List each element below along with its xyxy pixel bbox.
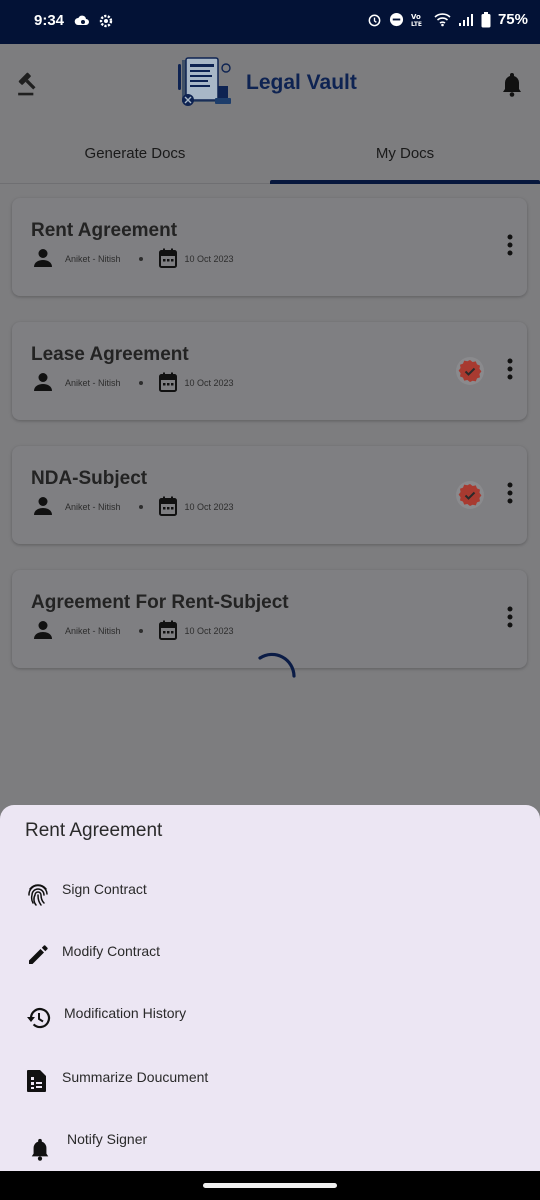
more-vert-icon[interactable] [507, 606, 513, 633]
doc-parties: Aniket - Nitish [65, 502, 121, 512]
person-icon [32, 619, 54, 643]
summarize-document-item[interactable]: Summarize Doucument [0, 1055, 540, 1111]
doc-parties: Aniket - Nitish [65, 254, 121, 264]
modification-history-item[interactable]: Modification History [0, 991, 540, 1047]
calendar-icon [158, 620, 177, 642]
notify-signer-label: Notify Signer [67, 1131, 148, 1147]
wifi-icon [434, 12, 451, 27]
tab-bar: Generate Docs My Docs [0, 124, 540, 184]
battery-icon [481, 11, 491, 28]
more-vert-icon[interactable] [507, 358, 513, 385]
app-bar: Legal Vault [0, 44, 540, 124]
notify-signer-item[interactable]: Notify Signer [0, 1117, 540, 1173]
separator-dot [138, 381, 143, 385]
settings-gear-icon [98, 13, 114, 29]
app-title: Legal Vault [246, 71, 357, 94]
verified-badge-icon [455, 356, 485, 391]
svg-text:Vo: Vo [411, 13, 421, 21]
person-icon [32, 495, 54, 519]
modification-history-label: Modification History [64, 1005, 187, 1021]
doc-date: 10 Oct 2023 [184, 626, 234, 636]
more-vert-icon[interactable] [507, 234, 513, 261]
fingerprint-icon [26, 881, 50, 912]
tab-indicator [270, 180, 540, 184]
doc-parties: Aniket - Nitish [65, 378, 121, 388]
person-icon [32, 371, 54, 395]
calendar-icon [158, 248, 177, 270]
doc-card[interactable]: Rent Agreement Aniket - Nitish 10 Oct 20… [12, 198, 527, 296]
doc-date: 10 Oct 2023 [184, 502, 234, 512]
calendar-icon [158, 372, 177, 394]
status-time: 9:34 [34, 12, 65, 29]
verified-badge-icon [455, 480, 485, 515]
calendar-icon [158, 496, 177, 518]
alarm-icon [367, 12, 382, 27]
summary-icon [26, 1069, 48, 1098]
doc-title: NDA-Subject [31, 468, 148, 489]
doc-card[interactable]: Lease Agreement Aniket - Nitish 10 Oct 2… [12, 322, 527, 420]
bell-icon [29, 1137, 51, 1166]
signal-icon [458, 13, 474, 27]
pencil-icon [26, 943, 50, 972]
app-logo [176, 56, 234, 112]
svg-text:LTE: LTE [411, 21, 422, 27]
separator-dot [138, 257, 143, 261]
tab-my-docs[interactable]: My Docs [270, 124, 540, 184]
dnd-icon [389, 12, 404, 27]
doc-parties: Aniket - Nitish [65, 626, 121, 636]
modify-contract-item[interactable]: Modify Contract [0, 929, 540, 985]
system-nav-bar [0, 1171, 540, 1200]
doc-date: 10 Oct 2023 [184, 378, 234, 388]
tab-generate-docs[interactable]: Generate Docs [0, 124, 270, 184]
separator-dot [138, 505, 143, 509]
doc-date: 10 Oct 2023 [184, 254, 234, 264]
sign-contract-label: Sign Contract [62, 881, 147, 897]
bottom-sheet: Rent Agreement Sign Contract Modify Cont… [0, 805, 540, 1171]
home-gesture-handle[interactable] [203, 1183, 337, 1188]
doc-title: Rent Agreement [31, 220, 178, 241]
notification-bell-icon[interactable] [500, 71, 524, 102]
separator-dot [138, 629, 143, 633]
cloud-sync-icon [74, 13, 90, 29]
history-icon [26, 1005, 52, 1036]
sheet-title: Rent Agreement [25, 820, 163, 841]
more-vert-icon[interactable] [507, 482, 513, 509]
summarize-document-label: Summarize Doucument [62, 1069, 209, 1085]
status-bar: 9:34 Vo LTE 75% [0, 0, 540, 44]
doc-title: Lease Agreement [31, 344, 189, 365]
gavel-icon[interactable] [16, 70, 42, 101]
doc-title: Agreement For Rent-Subject [31, 592, 289, 613]
loading-spinner [254, 652, 298, 701]
person-icon [32, 247, 54, 271]
battery-percent: 75% [497, 11, 528, 28]
modify-contract-label: Modify Contract [62, 943, 161, 959]
volte-icon: Vo LTE [411, 12, 427, 27]
doc-card[interactable]: NDA-Subject Aniket - Nitish 10 Oct 2023 [12, 446, 527, 544]
sign-contract-item[interactable]: Sign Contract [0, 867, 540, 923]
